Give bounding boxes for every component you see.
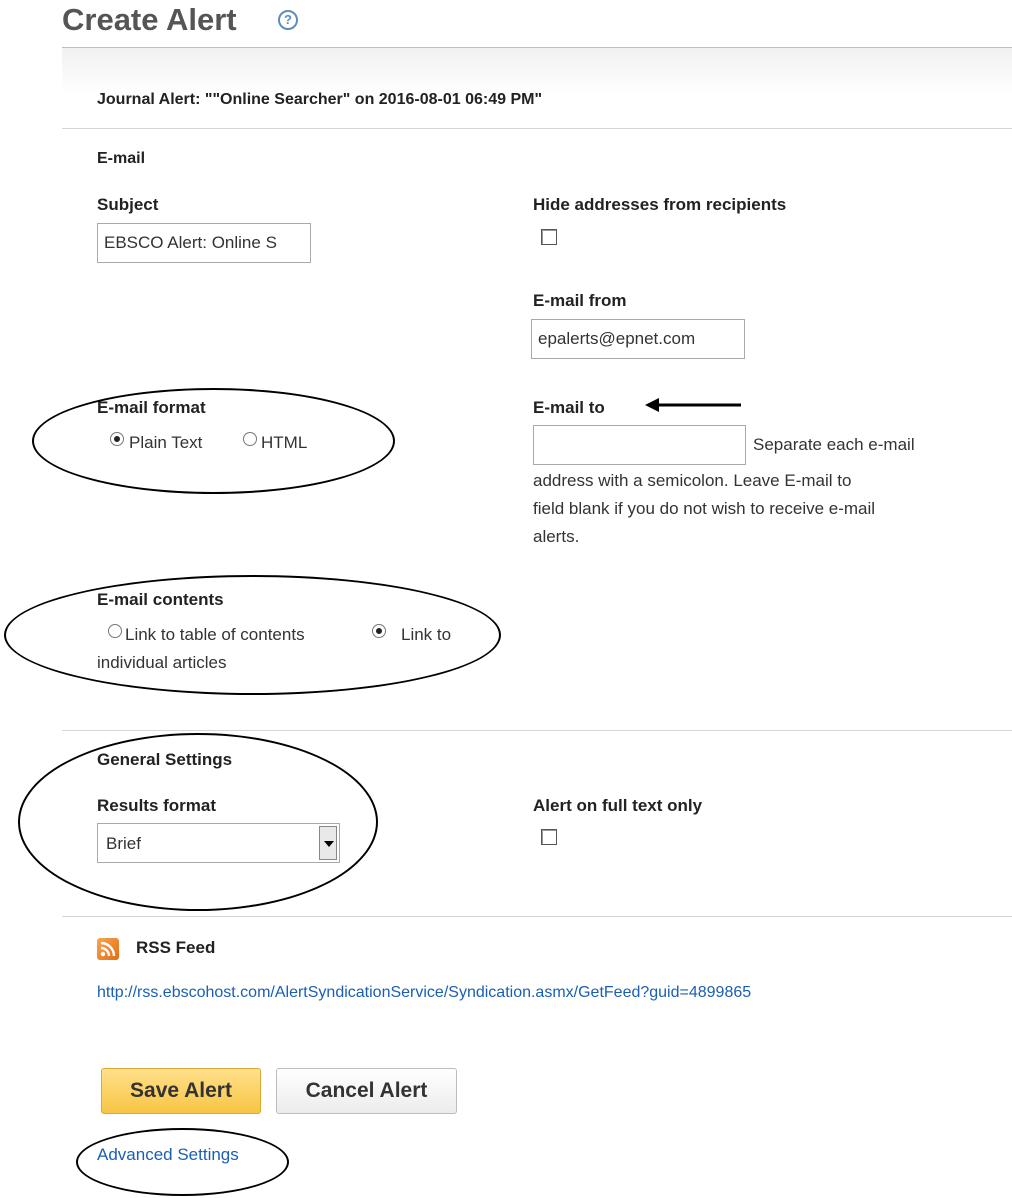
email-to-help-1: Separate each e-mail (753, 435, 915, 454)
results-format-label: Results format (97, 796, 217, 815)
alert-header-band (62, 48, 1012, 128)
advanced-settings-link[interactable]: Advanced Settings (97, 1145, 239, 1165)
subject-label: Subject (97, 195, 159, 214)
rss-feed-url[interactable]: http://rss.ebscohost.com/AlertSyndicatio… (97, 984, 751, 1002)
cancel-alert-button[interactable]: Cancel Alert (276, 1068, 457, 1114)
subject-input[interactable] (97, 223, 311, 263)
rss-feed-label: RSS Feed (136, 938, 216, 957)
full-text-checkbox[interactable] (541, 829, 557, 845)
divider (62, 916, 1012, 917)
question-circle-icon[interactable]: ? (278, 10, 298, 30)
html-radio[interactable] (243, 432, 257, 446)
full-text-label: Alert on full text only (533, 796, 703, 815)
results-format-value: Brief (106, 834, 141, 853)
chevron-down-icon[interactable] (319, 826, 337, 860)
email-contents-label: E-mail contents (97, 590, 224, 609)
email-format-label: E-mail format (97, 398, 206, 417)
page-title: Create Alert (62, 2, 237, 37)
email-to-help-2: address with a semicolon. Leave E-mail t… (533, 471, 852, 490)
plain-text-radio[interactable] (110, 432, 124, 446)
articles-link-label-2: individual articles (97, 653, 227, 672)
divider (62, 730, 1012, 731)
email-from-label: E-mail from (533, 291, 627, 310)
general-settings-title: General Settings (97, 750, 233, 769)
articles-link-label: Link to (401, 625, 452, 644)
email-to-input[interactable] (533, 425, 746, 465)
email-to-help-3: field blank if you do not wish to receiv… (533, 499, 876, 518)
save-alert-button[interactable]: Save Alert (101, 1068, 261, 1114)
articles-link-radio[interactable] (372, 624, 386, 638)
toc-link-label: Link to table of contents (125, 625, 305, 644)
email-from-input[interactable] (531, 319, 745, 359)
annotation-ellipse (32, 388, 395, 494)
results-format-select[interactable]: Brief (97, 823, 340, 863)
divider (62, 128, 1012, 129)
email-section-title: E-mail (97, 150, 146, 167)
plain-text-label: Plain Text (129, 433, 203, 452)
email-to-help-4: alerts. (533, 527, 580, 546)
rss-icon (97, 938, 119, 960)
email-to-label: E-mail to (533, 398, 605, 417)
toc-link-radio[interactable] (108, 624, 122, 638)
arrow-annotation (645, 398, 741, 412)
hide-addresses-checkbox[interactable] (541, 229, 557, 245)
alert-name: Journal Alert: ""Online Searcher" on 201… (97, 91, 543, 108)
hide-addresses-label: Hide addresses from recipients (533, 195, 787, 214)
html-label: HTML (261, 433, 308, 452)
